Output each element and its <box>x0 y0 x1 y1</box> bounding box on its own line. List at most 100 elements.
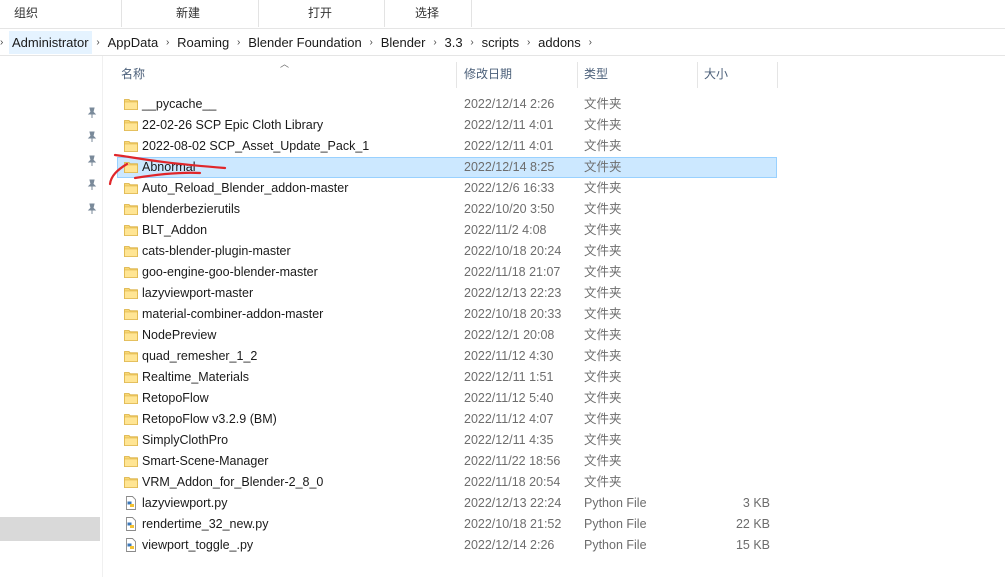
nav-selected-item[interactable] <box>0 517 100 541</box>
file-date: 2022/11/12 4:07 <box>464 412 554 426</box>
column-header-label: 类型 <box>584 67 609 81</box>
folder-row[interactable]: BLT_Addon 2022/11/2 4:08 文件夹 <box>117 220 777 241</box>
folder-row[interactable]: __pycache__ 2022/12/14 2:26 文件夹 <box>117 94 777 115</box>
file-list: __pycache__ 2022/12/14 2:26 文件夹 22-02-26 SC… <box>117 94 777 556</box>
folder-icon <box>124 412 138 426</box>
folder-icon <box>124 391 138 405</box>
column-header-type[interactable]: 类型 <box>584 63 696 85</box>
folder-icon <box>124 160 138 174</box>
file-name: blenderbezierutils <box>142 202 240 216</box>
file-name: NodePreview <box>142 328 217 342</box>
folder-row[interactable]: 2022-08-02 SCP_Asset_Update_Pack_1 2022/1… <box>117 136 777 157</box>
chevron-right-icon[interactable]: › <box>161 37 174 48</box>
chevron-right-icon[interactable]: › <box>466 37 479 48</box>
file-date: 2022/11/2 4:08 <box>464 223 547 237</box>
address-bar[interactable]: › Administrator › AppData › Roaming › Bl… <box>0 28 1005 56</box>
file-type: 文件夹 <box>584 349 622 363</box>
file-type: 文件夹 <box>584 265 622 279</box>
file-date: 2022/10/18 20:33 <box>464 307 562 321</box>
file-type: 文件夹 <box>584 160 622 174</box>
breadcrumb-addons[interactable]: addons <box>535 31 584 54</box>
ribbon-group-label: 新建 <box>176 6 201 20</box>
column-header-label: 大小 <box>704 67 729 81</box>
folder-row[interactable]: lazyviewport-master 2022/12/13 22:23 文件夹 <box>117 283 777 304</box>
folder-row[interactable]: Auto_Reload_Blender_addon-master 2022/12/… <box>117 178 777 199</box>
pin-icon[interactable] <box>86 131 98 143</box>
chevron-right-icon[interactable]: › <box>522 37 535 48</box>
ribbon-group-organize[interactable]: 组织 <box>0 0 122 27</box>
column-divider[interactable] <box>577 62 578 88</box>
folder-row[interactable]: RetopoFlow 2022/11/12 5:40 文件夹 <box>117 388 777 409</box>
ribbon-group-open[interactable]: 打开 <box>259 0 385 27</box>
breadcrumb-version[interactable]: 3.3 <box>442 31 466 54</box>
folder-row[interactable]: RetopoFlow v3.2.9 (BM) 2022/11/12 4:07 文件夹 <box>117 409 777 430</box>
chevron-right-icon[interactable]: › <box>0 37 9 48</box>
file-type: 文件夹 <box>584 328 622 342</box>
file-name: rendertime_32_new.py <box>142 517 269 531</box>
folder-icon <box>124 202 138 216</box>
folder-row[interactable]: blenderbezierutils 2022/10/20 3:50 文件夹 <box>117 199 777 220</box>
column-header-name[interactable]: 名称 <box>121 63 456 85</box>
ribbon-group-label: 打开 <box>308 6 333 20</box>
file-name: RetopoFlow v3.2.9 (BM) <box>142 412 277 426</box>
breadcrumb-blender[interactable]: Blender <box>378 31 429 54</box>
file-type: 文件夹 <box>584 181 622 195</box>
folder-row[interactable]: quad_remesher_1_2 2022/11/12 4:30 文件夹 <box>117 346 777 367</box>
column-header-label: 名称 <box>121 67 146 81</box>
column-divider[interactable] <box>456 62 457 88</box>
file-type: Python File <box>584 538 647 552</box>
file-row[interactable]: viewport_toggle_.py 2022/12/14 2:26 Python… <box>117 535 777 556</box>
ribbon-group-select[interactable]: 选择 <box>385 0 472 27</box>
folder-icon <box>124 286 138 300</box>
chevron-right-icon[interactable]: › <box>365 37 378 48</box>
file-type: 文件夹 <box>584 223 622 237</box>
ribbon-group-new[interactable]: 新建 <box>122 0 259 27</box>
breadcrumb-roaming[interactable]: Roaming <box>174 31 232 54</box>
file-date: 2022/10/20 3:50 <box>464 202 555 216</box>
file-type: 文件夹 <box>584 286 622 300</box>
folder-row[interactable]: goo-engine-goo-blender-master 2022/11/18 … <box>117 262 777 283</box>
file-type: 文件夹 <box>584 475 622 489</box>
file-name: material-combiner-addon-master <box>142 307 324 321</box>
file-type: 文件夹 <box>584 391 622 405</box>
file-name: cats-blender-plugin-master <box>142 244 291 258</box>
folder-row[interactable]: material-combiner-addon-master 2022/10/18… <box>117 304 777 325</box>
breadcrumb: › Administrator › AppData › Roaming › Bl… <box>0 29 597 55</box>
chevron-right-icon[interactable]: › <box>429 37 442 48</box>
pin-icon[interactable] <box>86 107 98 119</box>
breadcrumb-appdata[interactable]: AppData <box>105 31 162 54</box>
chevron-right-icon[interactable]: › <box>584 37 597 48</box>
breadcrumb-administrator[interactable]: Administrator <box>9 30 92 54</box>
column-header-date[interactable]: 修改日期 <box>464 63 576 85</box>
file-date: 2022/12/14 2:26 <box>464 538 555 552</box>
folder-row[interactable]: VRM_Addon_for_Blender-2_8_0 2022/11/18 20… <box>117 472 777 493</box>
file-date: 2022/12/6 16:33 <box>464 181 555 195</box>
folder-row[interactable]: NodePreview 2022/12/1 20:08 文件夹 <box>117 325 777 346</box>
file-date: 2022/11/18 21:07 <box>464 265 561 279</box>
column-divider[interactable] <box>777 62 778 88</box>
column-divider[interactable] <box>697 62 698 88</box>
chevron-right-icon[interactable]: › <box>232 37 245 48</box>
chevron-right-icon[interactable]: › <box>92 37 105 48</box>
column-header-size[interactable]: 大小 <box>704 63 776 85</box>
pin-icon[interactable] <box>86 203 98 215</box>
folder-icon <box>124 265 138 279</box>
navigation-pane[interactable] <box>0 56 103 577</box>
breadcrumb-scripts[interactable]: scripts <box>479 31 523 54</box>
file-row[interactable]: lazyviewport.py 2022/12/13 22:24 Python Fi… <box>117 493 777 514</box>
folder-row[interactable]: Smart-Scene-Manager 2022/11/22 18:56 文件夹 <box>117 451 777 472</box>
breadcrumb-blender-foundation[interactable]: Blender Foundation <box>245 31 364 54</box>
folder-row[interactable]: Abnormal 2022/12/14 8:25 文件夹 <box>117 157 777 178</box>
pin-icon[interactable] <box>86 155 98 167</box>
file-row[interactable]: rendertime_32_new.py 2022/10/18 21:52 Pyth… <box>117 514 777 535</box>
folder-row[interactable]: 22-02-26 SCP Epic Cloth Library 2022/12/1… <box>117 115 777 136</box>
file-type: 文件夹 <box>584 202 622 216</box>
folder-row[interactable]: cats-blender-plugin-master 2022/10/18 20:… <box>117 241 777 262</box>
folder-row[interactable]: SimplyClothPro 2022/12/11 4:35 文件夹 <box>117 430 777 451</box>
python-file-icon <box>124 538 138 552</box>
folder-icon <box>124 307 138 321</box>
file-type: 文件夹 <box>584 118 622 132</box>
pin-icon[interactable] <box>86 179 98 191</box>
folder-row[interactable]: Realtime_Materials 2022/12/11 1:51 文件夹 <box>117 367 777 388</box>
python-file-icon <box>124 496 138 510</box>
